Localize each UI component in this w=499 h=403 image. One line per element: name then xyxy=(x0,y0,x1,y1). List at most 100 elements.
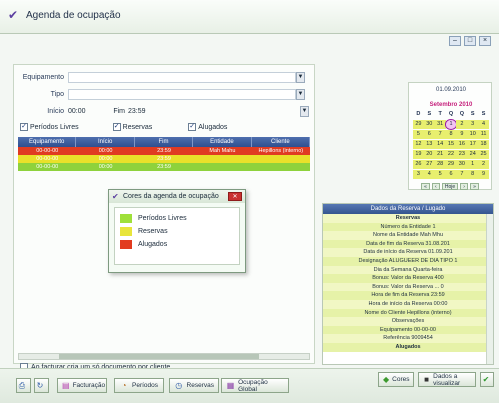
calendar-day[interactable]: 4 xyxy=(478,120,489,129)
bottom-toolbar: ⎙ ↻ ▤ Facturação ◔ Períodos ◷ Reservas ▦ Ocu… xyxy=(0,368,499,403)
calendar-day[interactable]: 25 xyxy=(478,150,489,159)
checkbox-rented[interactable]: ✓ Alugados xyxy=(188,123,227,131)
details-row: Nome da Entidade Mah Mhu xyxy=(323,231,493,240)
calendar-day[interactable]: 8 xyxy=(445,130,457,139)
column-header[interactable]: Cliente xyxy=(252,137,311,147)
invoice-icon: ▤ xyxy=(62,380,70,390)
calendar-day[interactable]: 18 xyxy=(478,140,489,149)
time-row: Início 00:00 Fim 23:59 ▼ xyxy=(14,106,309,117)
calendar-day[interactable]: 27 xyxy=(423,160,435,169)
column-header[interactable]: Fim xyxy=(135,137,194,147)
maximize-icon[interactable]: □ xyxy=(464,36,476,46)
next-month-icon[interactable]: › xyxy=(460,183,469,190)
calendar-day[interactable]: 8 xyxy=(467,170,479,179)
calendar-day[interactable]: 29 xyxy=(413,120,424,129)
calendar-day[interactable]: 31 xyxy=(434,120,446,129)
calendar-day[interactable]: 5 xyxy=(434,170,446,179)
table-row[interactable]: 00-00-00 00:00 23:59 xyxy=(18,163,310,171)
calendar-day[interactable]: 21 xyxy=(434,150,446,159)
confirm-button[interactable]: ✔ xyxy=(480,372,494,387)
today-button[interactable]: Hoje xyxy=(441,183,459,190)
prev-month-icon[interactable]: ‹ xyxy=(431,183,440,190)
calendar-day[interactable]: 7 xyxy=(434,130,446,139)
data-view-button[interactable]: ■ Dados a visualizar xyxy=(418,372,476,387)
calendar-day[interactable]: 15 xyxy=(445,140,457,149)
calendar-day[interactable]: 20 xyxy=(423,150,435,159)
calendar-day[interactable]: 9 xyxy=(456,130,468,139)
calendar-day[interactable]: 30 xyxy=(423,120,435,129)
equipment-dropdown-icon[interactable]: ▼ xyxy=(296,72,305,83)
calendar-day[interactable]: 4 xyxy=(423,170,435,179)
end-time[interactable]: 23:59 xyxy=(128,108,168,115)
calendar-day[interactable]: 19 xyxy=(413,150,424,159)
calendar-day[interactable]: 30 xyxy=(456,160,468,169)
column-header[interactable]: Equipamento xyxy=(18,137,77,147)
type-dropdown-icon[interactable]: ▼ xyxy=(296,89,305,100)
details-row: Designação ALUGUEER DE DIA TIPO 1 xyxy=(323,256,493,266)
close-icon[interactable]: × xyxy=(479,36,491,46)
equipment-field[interactable] xyxy=(68,72,296,83)
check-icon[interactable]: ✓ xyxy=(20,123,28,131)
check-icon[interactable]: ✓ xyxy=(188,123,197,131)
last-month-icon[interactable]: » xyxy=(470,183,479,190)
time-dropdown-icon[interactable]: ▼ xyxy=(300,106,309,117)
close-icon[interactable]: ✕ xyxy=(228,192,242,201)
details-row: Hora de início da Reserva 00:00 xyxy=(323,299,493,309)
app-logo-icon: ✔ xyxy=(112,192,119,201)
calendar-day[interactable]: 24 xyxy=(467,150,479,159)
calendar-day[interactable]: 7 xyxy=(456,170,468,179)
calendar-day[interactable]: 3 xyxy=(467,120,479,129)
minimize-icon[interactable]: – xyxy=(449,36,461,46)
table-row[interactable]: 00-00-00 00:00 23:59 xyxy=(18,155,310,163)
start-time[interactable]: 00:00 xyxy=(68,108,112,115)
calendar-day[interactable]: 3 xyxy=(413,170,424,179)
calendar-day[interactable]: 22 xyxy=(445,150,457,159)
print-button[interactable]: ⎙ xyxy=(16,378,31,393)
calendar-day[interactable]: 1 xyxy=(467,160,479,169)
calendar-day[interactable]: 6 xyxy=(423,130,435,139)
calendar-day[interactable]: 11 xyxy=(478,130,489,139)
calendar-navigation: « ‹ Hoje › » xyxy=(408,183,492,190)
refresh-button[interactable]: ↻ xyxy=(34,378,49,393)
colors-button[interactable]: ◆ Cores xyxy=(378,372,414,387)
column-header[interactable]: Início xyxy=(76,137,135,147)
calendar-day[interactable]: 12 xyxy=(413,140,424,149)
weekday-header: D xyxy=(416,111,421,117)
details-scrollbar[interactable] xyxy=(486,214,493,364)
window-controls: – □ × xyxy=(449,36,491,46)
check-icon[interactable]: ✓ xyxy=(112,123,121,131)
calendar-day[interactable]: 29 xyxy=(445,160,457,169)
table-cell xyxy=(193,163,251,171)
calendar-day[interactable]: 6 xyxy=(445,170,457,179)
calendar-day[interactable]: 1 xyxy=(444,119,458,130)
checkbox-reservations[interactable]: ✓ Reservas xyxy=(112,123,152,131)
calendar-day[interactable]: 13 xyxy=(423,140,435,149)
calendar-day[interactable]: 2 xyxy=(478,160,489,169)
calendar-day[interactable]: 14 xyxy=(434,140,446,149)
reservations-button[interactable]: ◷ Reservas xyxy=(169,378,219,393)
checkbox-free-periods[interactable]: ✓ Períodos Livres xyxy=(20,123,79,131)
horizontal-scrollbar[interactable] xyxy=(18,353,310,360)
invoicing-button[interactable]: ▤ Facturação xyxy=(57,378,107,393)
table-row[interactable]: 00-00-00 00:00 23:59 Mah Mahu Hepillons (int… xyxy=(18,147,310,155)
periods-button[interactable]: ◔ Períodos xyxy=(114,378,164,393)
calendar-day[interactable]: 23 xyxy=(456,150,468,159)
first-month-icon[interactable]: « xyxy=(421,183,430,190)
column-header[interactable]: Entidade xyxy=(193,137,252,147)
scrollbar-thumb[interactable] xyxy=(59,354,259,359)
global-occupancy-button[interactable]: ▦ Ocupação Global xyxy=(221,378,289,393)
filter-checkboxes: ✓ Períodos Livres ✓ Reservas ✓ Alugados xyxy=(20,123,227,131)
calendar-day[interactable]: 5 xyxy=(413,130,424,139)
calendar-day[interactable]: 16 xyxy=(456,140,468,149)
calendar-day[interactable]: 2 xyxy=(456,120,468,129)
calendar-day[interactable]: 17 xyxy=(467,140,479,149)
calendar-day[interactable]: 26 xyxy=(413,160,424,169)
calendar-day[interactable]: 9 xyxy=(478,170,489,179)
table-cell: 00-00-00 xyxy=(36,148,59,154)
calendar-day[interactable]: 10 xyxy=(467,130,479,139)
details-row: Data de fim da Reserva 31.08.201 xyxy=(323,239,493,249)
calendar-day[interactable]: 28 xyxy=(434,160,446,169)
grid-body: 00-00-00 00:00 23:59 Mah Mahu Hepillons (int… xyxy=(18,147,310,171)
type-field[interactable] xyxy=(68,89,296,100)
details-row: Observações xyxy=(323,317,493,326)
